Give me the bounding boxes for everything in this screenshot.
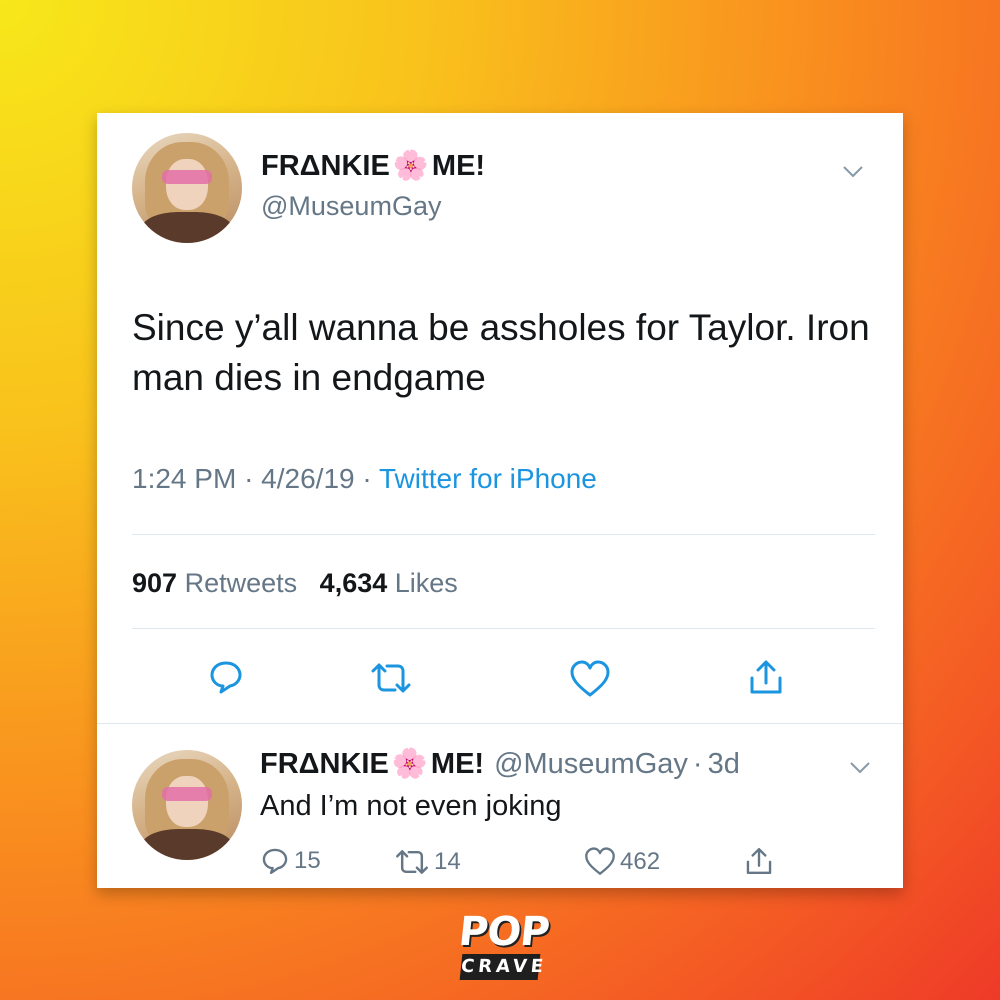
meta-separator: · [362,463,372,494]
tweet-source-link[interactable]: Twitter for iPhone [379,463,597,494]
divider [132,628,875,629]
pop-crave-logo: POP CRAVE [455,909,552,990]
retweet-count: 14 [434,848,461,875]
logo-crave-text: CRAVE [459,954,548,980]
logo-pop-text: POP [456,909,552,955]
share-icon [750,660,782,694]
avatar[interactable] [132,133,242,243]
cherry-blossom-icon: 🌸 [392,150,429,182]
tweet-time: 1:24 PM [132,463,237,494]
divider [97,723,903,724]
reply-handle: @MuseumGay [494,747,688,780]
handle[interactable]: @MuseumGay [261,191,441,222]
share-button[interactable] [747,658,785,696]
retweet-icon [371,663,411,693]
reply-header[interactable]: FRΔNKIE 🌸 ME! @MuseumGay · 3d [260,747,740,781]
tweet-meta: 1:24 PM · 4/26/19 · Twitter for iPhone [132,463,597,495]
reply-icon [262,848,288,875]
retweets-count: 907 [132,568,178,598]
like-icon [570,660,610,697]
cherry-blossom-icon: 🌸 [391,748,428,780]
like-icon [585,847,615,875]
display-name[interactable]: FRΔNKIE 🌸 ME! [261,149,485,183]
like-count: 462 [620,847,661,875]
reply-like-button[interactable]: 462 [584,847,660,876]
retweets-stat[interactable]: 907 Retweets [132,568,305,598]
chevron-down-icon[interactable] [842,165,864,184]
meta-separator: · [244,463,254,494]
likes-count: 4,634 [319,568,388,598]
reply-age: 3d [707,747,740,780]
retweet-icon [396,850,428,874]
reply-share-button[interactable] [744,846,774,876]
reply-chevron-down-icon[interactable] [849,761,871,780]
like-button[interactable] [569,660,611,698]
reply-reply-button[interactable]: 15 [260,846,321,876]
tweet-card: FRΔNKIE 🌸 ME! @MuseumGay Since y’all wan… [97,113,903,888]
reply-display-name-part2: ME! [430,747,485,780]
divider [132,534,875,535]
display-name-part1: FRΔNKIE [261,149,390,182]
display-name-part2: ME! [431,149,486,182]
reply-separator: · [692,747,703,780]
reply-icon [210,661,242,694]
retweet-button[interactable] [369,661,413,695]
reply-text: And I’m not even joking [260,790,562,822]
share-icon [746,847,772,875]
reply-avatar[interactable] [132,750,242,860]
reply-button[interactable] [207,658,245,696]
retweets-label: Retweets [184,568,298,598]
tweet-stats: 907 Retweets 4,634 Likes [132,568,458,599]
reply-count: 15 [294,847,321,874]
tweet-text: Since y’all wanna be assholes for Taylor… [132,307,870,398]
likes-label: Likes [394,568,458,598]
reply-display-name-part1: FRΔNKIE [260,747,389,780]
reply-retweet-button[interactable]: 14 [394,848,461,876]
likes-stat[interactable]: 4,634 Likes [320,568,458,598]
tweet-date[interactable]: 4/26/19 [261,463,354,494]
